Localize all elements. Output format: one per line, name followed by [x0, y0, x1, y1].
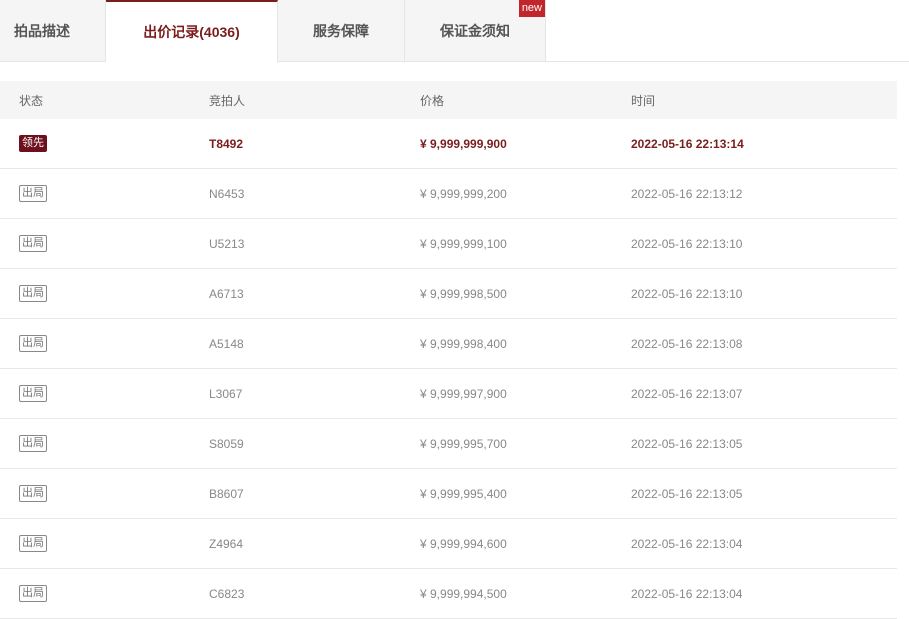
bidder-cell: C6823: [209, 586, 245, 601]
status-cell: 出局: [0, 585, 191, 602]
time-cell: 2022-05-16 22:13:12: [631, 186, 743, 201]
time-cell: 2022-05-16 22:13:05: [631, 486, 743, 501]
bidder-cell: T8492: [209, 136, 244, 151]
status-badge: 出局: [19, 485, 47, 502]
table-row: 出局 U5213 ¥ 9,999,999,100 2022-05-16 22:13:1…: [0, 219, 897, 269]
header-status: 状态: [19, 93, 44, 108]
time-cell: 2022-05-16 22:13:04: [631, 536, 743, 551]
bid-records-table: 状态 竞拍人 价格 时间 领先 T8492 ¥ 9,999,999,900 2022-…: [0, 81, 897, 619]
time-cell: 2022-05-16 22:13:10: [631, 236, 743, 251]
table-row: 领先 T8492 ¥ 9,999,999,900 2022-05-16 22:13:1…: [0, 119, 897, 169]
table-row: 出局 C6823 ¥ 9,999,994,500 2022-05-16 22:13:0…: [0, 569, 897, 619]
price-cell: ¥ 9,999,994,600: [420, 536, 507, 551]
header-time: 时间: [631, 93, 656, 108]
status-badge: 出局: [19, 585, 47, 602]
price-cell: ¥ 9,999,999,900: [420, 136, 507, 151]
status-cell: 出局: [0, 485, 191, 502]
header-bidder: 竞拍人: [209, 93, 246, 108]
tab-service-guarantee[interactable]: 服务保障: [278, 0, 405, 61]
bidder-cell: L3067: [209, 386, 243, 401]
status-cell: 出局: [0, 235, 191, 252]
table-row: 出局 Z4964 ¥ 9,999,994,600 2022-05-16 22:13:0…: [0, 519, 897, 569]
price-cell: ¥ 9,999,995,400: [420, 486, 507, 501]
tab-bid-records[interactable]: 出价记录(4036): [106, 0, 278, 62]
new-badge: new: [518, 0, 545, 17]
tab-label: 服务保障: [313, 22, 369, 39]
tab-label: 拍品描述: [14, 22, 70, 39]
status-badge: 出局: [19, 385, 47, 402]
status-cell: 出局: [0, 385, 191, 402]
bidder-cell: B8607: [209, 486, 244, 501]
tab-deposit-notice[interactable]: 保证金须知 new: [405, 0, 546, 61]
table-header: 状态 竞拍人 价格 时间: [0, 81, 897, 119]
bidder-cell: U5213: [209, 236, 245, 251]
price-cell: ¥ 9,999,999,100: [420, 236, 507, 251]
bidder-cell: A5148: [209, 336, 244, 351]
bidder-cell: Z4964: [209, 536, 244, 551]
time-cell: 2022-05-16 22:13:04: [631, 586, 743, 601]
status-cell: 出局: [0, 185, 191, 202]
bidder-cell: N6453: [209, 186, 245, 201]
status-badge: 出局: [19, 335, 47, 352]
status-badge: 出局: [19, 235, 47, 252]
status-cell: 出局: [0, 285, 191, 302]
price-cell: ¥ 9,999,998,400: [420, 336, 507, 351]
tab-bar: 拍品描述 出价记录(4036) 服务保障 保证金须知 new: [0, 0, 909, 62]
time-cell: 2022-05-16 22:13:10: [631, 286, 743, 301]
time-cell: 2022-05-16 22:13:14: [631, 136, 744, 151]
header-price: 价格: [420, 93, 445, 108]
tab-label: 出价记录(4036): [143, 24, 240, 40]
table-row: 出局 A5148 ¥ 9,999,998,400 2022-05-16 22:13:0…: [0, 319, 897, 369]
status-badge: 出局: [19, 535, 47, 552]
bidder-cell: S8059: [209, 436, 244, 451]
price-cell: ¥ 9,999,999,200: [420, 186, 507, 201]
time-cell: 2022-05-16 22:13:08: [631, 336, 743, 351]
price-cell: ¥ 9,999,995,700: [420, 436, 507, 451]
status-cell: 出局: [0, 435, 191, 452]
tab-item-description[interactable]: 拍品描述: [0, 0, 106, 61]
price-cell: ¥ 9,999,998,500: [420, 286, 507, 301]
price-cell: ¥ 9,999,994,500: [420, 586, 507, 601]
status-badge: 出局: [19, 185, 47, 202]
table-row: 出局 N6453 ¥ 9,999,999,200 2022-05-16 22:13:1…: [0, 169, 897, 219]
table-row: 出局 L3067 ¥ 9,999,997,900 2022-05-16 22:13:0…: [0, 369, 897, 419]
price-cell: ¥ 9,999,997,900: [420, 386, 507, 401]
table-row: 出局 B8607 ¥ 9,999,995,400 2022-05-16 22:13:0…: [0, 469, 897, 519]
status-badge: 领先: [19, 135, 47, 152]
table-row: 出局 S8059 ¥ 9,999,995,700 2022-05-16 22:13:0…: [0, 419, 897, 469]
status-cell: 领先: [0, 135, 191, 152]
time-cell: 2022-05-16 22:13:05: [631, 436, 743, 451]
status-cell: 出局: [0, 535, 191, 552]
status-cell: 出局: [0, 335, 191, 352]
tab-label: 保证金须知: [440, 22, 510, 39]
table-body: 领先 T8492 ¥ 9,999,999,900 2022-05-16 22:13:1…: [0, 119, 897, 619]
table-row: 出局 A6713 ¥ 9,999,998,500 2022-05-16 22:13:1…: [0, 269, 897, 319]
time-cell: 2022-05-16 22:13:07: [631, 386, 743, 401]
status-badge: 出局: [19, 435, 47, 452]
bidder-cell: A6713: [209, 286, 244, 301]
status-badge: 出局: [19, 285, 47, 302]
